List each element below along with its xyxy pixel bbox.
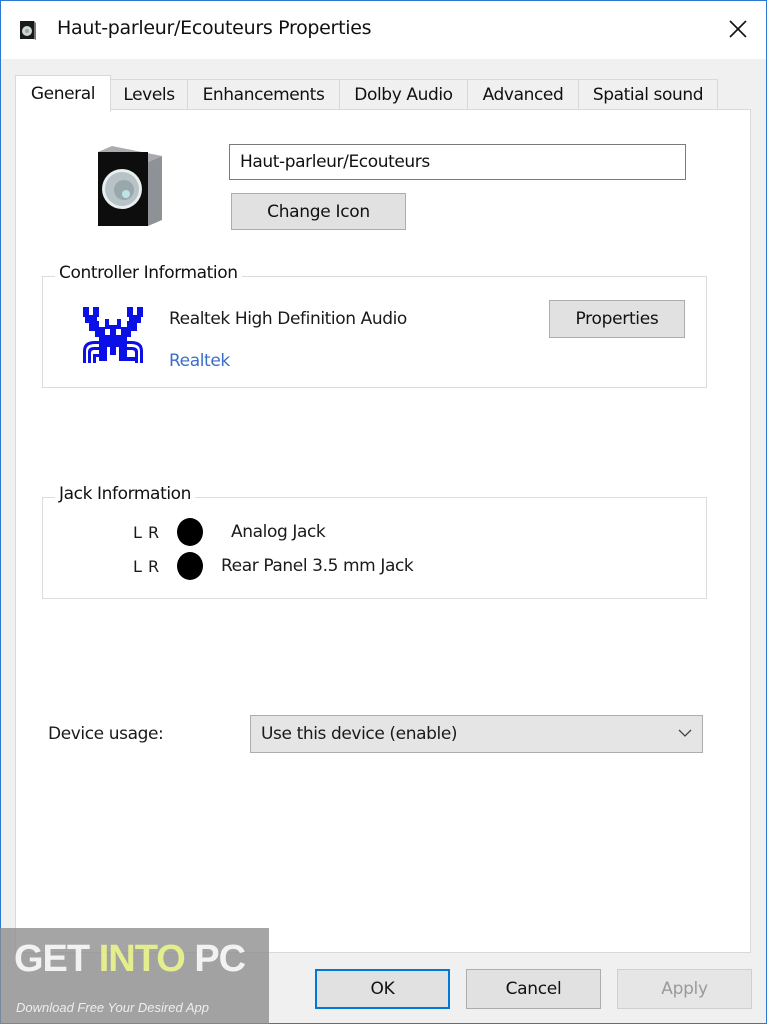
device-name-input[interactable]	[229, 144, 686, 180]
tab-dolby-audio[interactable]: Dolby Audio	[339, 79, 468, 110]
watermark-logo: GET INTO PC	[14, 938, 246, 981]
jack-row: L R Analog Jack	[133, 518, 326, 546]
apply-button[interactable]: Apply	[617, 969, 752, 1009]
watermark-overlay: GET INTO PC Download Free Your Desired A…	[0, 928, 269, 1024]
tab-enhancements[interactable]: Enhancements	[187, 79, 340, 110]
jack-row: L R Rear Panel 3.5 mm Jack	[133, 552, 414, 580]
ok-button[interactable]: OK	[315, 969, 450, 1009]
watermark-text-into: INTO	[98, 938, 186, 980]
realtek-vendor-link[interactable]: Realtek	[169, 351, 230, 371]
device-usage-dropdown[interactable]: Use this device (enable)	[250, 715, 703, 753]
window-title: Haut-parleur/Ecouteurs Properties	[57, 17, 372, 39]
watermark-text-pc: PC	[184, 938, 246, 980]
controller-properties-button[interactable]: Properties	[549, 300, 685, 338]
device-usage-selected: Use this device (enable)	[261, 724, 458, 744]
jack-channels: L R	[133, 522, 160, 542]
speaker-icon	[20, 21, 36, 40]
tab-spatial-sound[interactable]: Spatial sound	[578, 79, 718, 110]
chevron-down-icon	[678, 729, 692, 737]
jack-information-group: Jack Information L R Analog Jack L R Rea…	[42, 484, 707, 599]
watermark-tagline: Download Free Your Desired App	[16, 1000, 209, 1015]
cancel-button[interactable]: Cancel	[466, 969, 601, 1009]
tab-advanced[interactable]: Advanced	[467, 79, 579, 110]
jack-channels: L R	[133, 556, 160, 576]
close-button[interactable]	[716, 9, 760, 49]
title-bar[interactable]: Haut-parleur/Ecouteurs Properties	[1, 1, 766, 59]
jack-color-dot-icon	[177, 552, 203, 580]
realtek-logo-icon	[83, 307, 143, 363]
jack-label: Rear Panel 3.5 mm Jack	[221, 556, 414, 576]
close-icon	[729, 20, 747, 38]
general-tab-panel: Change Icon Controller Information	[15, 109, 751, 953]
controller-information-group: Controller Information Realtek High Defi…	[42, 263, 707, 388]
speaker-icon	[98, 146, 162, 226]
change-icon-button[interactable]: Change Icon	[231, 193, 406, 230]
jack-information-title: Jack Information	[55, 484, 196, 504]
watermark-text-get: GET	[14, 938, 99, 980]
jack-label: Analog Jack	[231, 522, 326, 542]
device-usage-label: Device usage:	[48, 724, 164, 744]
tab-general[interactable]: General	[15, 75, 111, 112]
controller-name: Realtek High Definition Audio	[169, 309, 407, 329]
properties-dialog: Haut-parleur/Ecouteurs Properties Genera…	[0, 0, 767, 1024]
controller-information-title: Controller Information	[55, 263, 242, 283]
jack-color-dot-icon	[177, 518, 203, 546]
tab-levels[interactable]: Levels	[110, 79, 188, 110]
